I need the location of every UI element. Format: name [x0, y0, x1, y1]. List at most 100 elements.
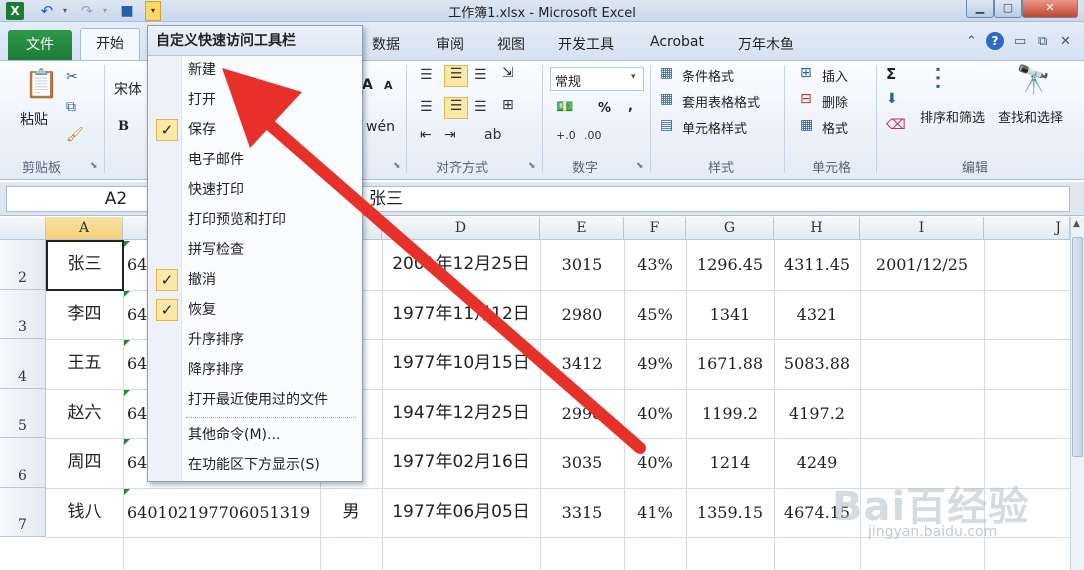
cell-I4[interactable] [860, 339, 984, 388]
menu-item[interactable]: 打开最近使用过的文件 [150, 386, 360, 414]
select-all-corner[interactable] [0, 217, 46, 240]
delete-icon[interactable]: ⊟ [800, 91, 812, 107]
cell-D4[interactable]: 1977年10月15日 [382, 339, 540, 388]
align-right-icon[interactable]: ☰ [474, 99, 487, 115]
merge-center-icon[interactable]: ⊞ [502, 97, 514, 113]
menu-item[interactable]: ✓ 保存 [150, 116, 360, 144]
tab-file[interactable]: 文件 [8, 30, 72, 60]
cell-A3[interactable]: 李四 [46, 290, 123, 339]
close-workbook-icon[interactable]: ✕ [1060, 34, 1071, 49]
align-left-icon[interactable]: ☰ [420, 99, 433, 115]
tab-home[interactable]: 开始 [80, 28, 140, 60]
align-middle-icon[interactable]: ☰ [444, 65, 468, 87]
restore-workbook-icon[interactable]: ⧉ [1038, 34, 1047, 49]
cell-E3[interactable]: 2980 [540, 290, 624, 339]
align-bottom-icon[interactable]: ☰ [474, 67, 487, 83]
insert-icon[interactable]: ⊞ [800, 65, 812, 81]
cell-D3[interactable]: 1977年11月12日 [382, 290, 540, 339]
orientation-icon[interactable]: ab [484, 127, 501, 143]
tab-developer[interactable]: 开发工具 [558, 34, 614, 54]
menu-item[interactable]: 升序排序 [150, 326, 360, 354]
conditional-format-icon[interactable]: ▦ [660, 65, 673, 81]
autosum-button[interactable]: Σ [886, 65, 896, 83]
grow-font-button[interactable]: A [362, 77, 373, 93]
conditional-format-button[interactable]: 条件格式 [682, 66, 734, 85]
copy-icon[interactable]: ⧉ [66, 99, 76, 115]
minimize-workbook-icon[interactable]: ▭ [1014, 34, 1026, 49]
format-button[interactable]: 格式 [822, 118, 848, 137]
cell-I5[interactable] [860, 389, 984, 438]
cell-F6[interactable]: 40% [624, 438, 686, 487]
cell-styles-button[interactable]: 单元格样式 [682, 118, 747, 137]
tab-view[interactable]: 视图 [497, 34, 525, 54]
cell-G4[interactable]: 1671.88 [686, 339, 774, 388]
cell-B7[interactable]: 640102197706051319 [123, 488, 320, 537]
alignment-launcher-icon[interactable]: ⬊ [528, 161, 536, 171]
column-header-J[interactable]: J [984, 217, 1070, 240]
bold-button[interactable]: B [118, 119, 129, 134]
cell-C7[interactable]: 男 [320, 488, 382, 537]
menu-item[interactable]: 快速打印 [150, 176, 360, 204]
maximize-button[interactable]: ▢ [994, 0, 1022, 18]
font-launcher-icon[interactable]: ⬊ [393, 161, 401, 171]
find-select-icon[interactable]: 🔭 [1016, 63, 1051, 96]
cell-styles-icon[interactable]: ▤ [660, 117, 673, 133]
paste-icon[interactable]: 📋 [24, 67, 59, 100]
cell-F7[interactable]: 41% [624, 488, 686, 537]
format-painter-icon[interactable]: 🖌 [66, 127, 84, 143]
minimize-button[interactable]: ▁ [966, 0, 994, 18]
cell-H4[interactable]: 5083.88 [774, 339, 860, 388]
vertical-scrollbar[interactable]: ▲ [1070, 217, 1084, 570]
cell-F2[interactable]: 43% [624, 240, 686, 289]
menu-item[interactable]: 打开 [150, 86, 360, 114]
cell-E4[interactable]: 3412 [540, 339, 624, 388]
cell-G6[interactable]: 1214 [686, 438, 774, 487]
column-header-A[interactable]: A [46, 217, 123, 240]
row-header[interactable]: 4 [0, 339, 46, 389]
sort-filter-button[interactable]: 排序和筛选 [920, 107, 985, 126]
collapse-ribbon-icon[interactable]: ⌃ [966, 34, 977, 49]
column-header-F[interactable]: F [624, 217, 686, 240]
clear-icon[interactable]: ⌫ [886, 117, 906, 133]
cell-D5[interactable]: 1947年12月25日 [382, 389, 540, 438]
delete-button[interactable]: 删除 [822, 92, 848, 111]
cell-I3[interactable] [860, 290, 984, 339]
format-as-table-button[interactable]: 套用表格格式 [682, 92, 760, 111]
font-name-box[interactable]: 宋体 [114, 79, 142, 99]
row-header[interactable]: 2 [0, 240, 46, 290]
formula-input[interactable]: 张三 [240, 186, 1070, 212]
cell-F3[interactable]: 45% [624, 290, 686, 339]
menu-item[interactable]: 打印预览和打印 [150, 206, 360, 234]
cell-A6[interactable]: 周四 [46, 438, 123, 487]
close-button[interactable]: ✕ [1022, 0, 1078, 18]
cell-F4[interactable]: 49% [624, 339, 686, 388]
currency-icon[interactable]: 💵 [556, 99, 573, 115]
cell-G7[interactable]: 1359.15 [686, 488, 774, 537]
menu-item[interactable]: ✓ 恢复 [150, 296, 360, 324]
cell-D6[interactable]: 1977年02月16日 [382, 438, 540, 487]
find-select-button[interactable]: 查找和选择 [998, 107, 1063, 126]
fill-icon[interactable]: ⬇ [886, 91, 898, 107]
cell-H2[interactable]: 4311.45 [774, 240, 860, 289]
menu-item[interactable]: 电子邮件 [150, 146, 360, 174]
format-as-table-icon[interactable]: ▦ [660, 91, 673, 107]
menu-item[interactable]: 在功能区下方显示(S) [150, 451, 360, 479]
sort-filter-icon[interactable]: ⫶ [934, 63, 942, 98]
tab-review[interactable]: 审阅 [436, 34, 464, 54]
row-header[interactable]: 3 [0, 289, 46, 339]
cut-icon[interactable]: ✂ [66, 69, 78, 85]
row-header[interactable]: 6 [0, 438, 46, 488]
menu-item[interactable]: ✓ 撤消 [150, 266, 360, 294]
cell-E6[interactable]: 3035 [540, 438, 624, 487]
tab-data[interactable]: 数据 [372, 34, 400, 54]
scroll-up-icon[interactable]: ▲ [1073, 219, 1080, 229]
cell-D7[interactable]: 1977年06月05日 [382, 488, 540, 537]
cell-H5[interactable]: 4197.2 [774, 389, 860, 438]
help-icon[interactable]: ? [986, 32, 1004, 50]
align-top-icon[interactable]: ☰ [420, 67, 433, 83]
cell-E7[interactable]: 3315 [540, 488, 624, 537]
shrink-font-button[interactable]: A [384, 79, 393, 92]
paste-button[interactable]: 粘贴 [20, 109, 48, 129]
number-format-dropdown[interactable]: 常规 ▾ [550, 67, 644, 91]
insert-button[interactable]: 插入 [822, 66, 848, 85]
